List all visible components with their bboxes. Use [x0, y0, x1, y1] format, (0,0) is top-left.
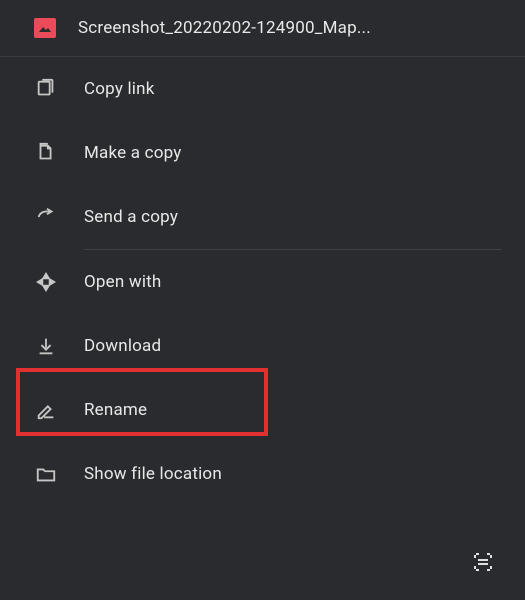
menu-label: Show file location: [84, 464, 222, 484]
menu-label: Send a copy: [84, 207, 178, 227]
duplicate-icon: [34, 141, 58, 165]
menu-item-open-with[interactable]: Open with: [0, 250, 525, 314]
fullscreen-button[interactable]: [469, 550, 497, 578]
open-with-icon: [34, 270, 58, 294]
menu-item-copy-link[interactable]: Copy link: [0, 57, 525, 121]
download-icon: [34, 334, 58, 358]
menu-label: Open with: [84, 272, 162, 292]
file-header: Screenshot_20220202-124900_Map...: [0, 0, 525, 57]
menu-item-send-copy[interactable]: Send a copy: [0, 185, 525, 249]
menu-label: Download: [84, 336, 161, 356]
menu-label: Rename: [84, 400, 147, 420]
menu-label: Copy link: [84, 79, 155, 99]
menu-item-make-copy[interactable]: Make a copy: [0, 121, 525, 185]
menu-item-download[interactable]: Download: [0, 314, 525, 378]
share-arrow-icon: [34, 205, 58, 229]
menu-item-rename[interactable]: Rename: [0, 378, 525, 442]
image-thumbnail-icon: [34, 18, 56, 38]
rename-pencil-icon: [34, 398, 58, 422]
context-menu: Copy link Make a copy Send a copy: [0, 57, 525, 506]
filename-label: Screenshot_20220202-124900_Map...: [78, 18, 371, 38]
copy-link-icon: [34, 77, 58, 101]
menu-label: Make a copy: [84, 143, 182, 163]
folder-icon: [34, 462, 58, 486]
fullscreen-icon: [471, 550, 495, 578]
menu-item-show-location[interactable]: Show file location: [0, 442, 525, 506]
